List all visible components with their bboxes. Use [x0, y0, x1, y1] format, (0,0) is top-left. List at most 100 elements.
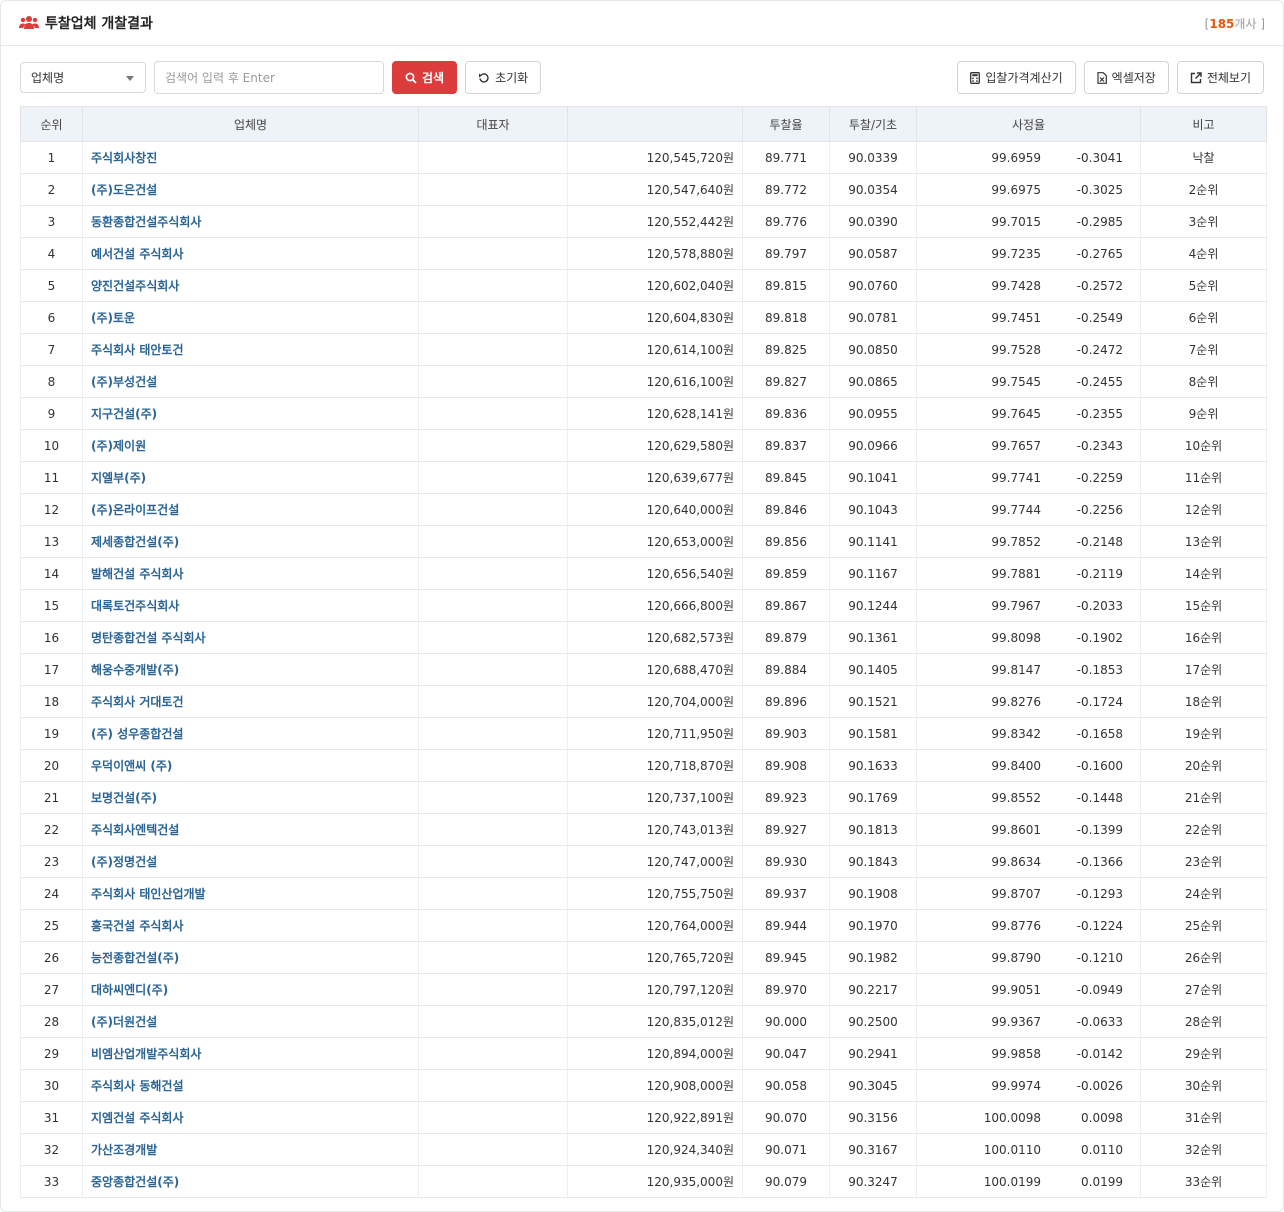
table-row[interactable]: 3 동환종합건설주식회사 120,552,442원 89.776 90.0390 99.7…	[20, 205, 1267, 238]
table-row[interactable]: 22 주식회사엔텍건설 120,743,013원 89.927 90.1813 99.86…	[20, 813, 1267, 846]
search-field-select[interactable]: 업체명	[20, 62, 146, 93]
rank-cell: 25	[20, 909, 83, 942]
bid-price-calculator-button[interactable]: 입찰가격계산기	[957, 61, 1076, 94]
company-name-link[interactable]: 주식회사 태인산업개발	[82, 877, 419, 910]
col-company[interactable]: 업체명	[82, 106, 419, 142]
bid-base-ratio-cell: 90.0865	[829, 365, 917, 398]
company-name-link[interactable]: (주) 성우종합건설	[82, 717, 419, 750]
company-name-link[interactable]: 대록토건주식회사	[82, 589, 419, 622]
company-name-link[interactable]: 지구건설(주)	[82, 397, 419, 430]
company-name-link[interactable]: 예서건설 주식회사	[82, 237, 419, 270]
table-row[interactable]: 4 예서건설 주식회사 120,578,880원 89.797 90.0587 99.72…	[20, 237, 1267, 270]
chevron-down-icon	[126, 76, 134, 81]
table-row[interactable]: 25 흥국건설 주식회사 120,764,000원 89.944 90.1970 99.8…	[20, 909, 1267, 942]
table-row[interactable]: 2 (주)도은건설 120,547,640원 89.772 90.0354 99.6975…	[20, 173, 1267, 206]
col-remark[interactable]: 비고	[1140, 106, 1267, 142]
full-view-button[interactable]: 전체보기	[1176, 61, 1264, 94]
table-row[interactable]: 17 해웅수중개발(주) 120,688,470원 89.884 90.1405 99.8…	[20, 653, 1267, 686]
table-row[interactable]: 18 주식회사 거대토건 120,704,000원 89.896 90.1521 99.8…	[20, 685, 1267, 718]
company-name-link[interactable]: (주)정명건설	[82, 845, 419, 878]
company-name-link[interactable]: 주식회사 거대토건	[82, 685, 419, 718]
representative-cell	[418, 1165, 568, 1198]
company-name-link[interactable]: 주식회사창진	[82, 141, 419, 174]
table-row[interactable]: 10 (주)제이원 120,629,580원 89.837 90.0966 99.7657…	[20, 429, 1267, 462]
col-representative[interactable]: 대표자	[418, 106, 568, 142]
bid-amount-cell: 120,765,720원	[567, 941, 743, 974]
table-row[interactable]: 30 주식회사 동해건설 120,908,000원 90.058 90.3045 99.9…	[20, 1069, 1267, 1102]
company-name-link[interactable]: 명탄종합건설 주식회사	[82, 621, 419, 654]
company-name-link[interactable]: 능전종합건설(주)	[82, 941, 419, 974]
table-row[interactable]: 32 가산조경개발 120,924,340원 90.071 90.3167 100.011…	[20, 1133, 1267, 1166]
table-row[interactable]: 7 주식회사 태안토건 120,614,100원 89.825 90.0850 99.75…	[20, 333, 1267, 366]
company-name-link[interactable]: (주)온라이프건설	[82, 493, 419, 526]
table-row[interactable]: 24 주식회사 태인산업개발 120,755,750원 89.937 90.1908 99…	[20, 877, 1267, 910]
col-rank[interactable]: 순위	[20, 106, 83, 142]
bid-rate-cell: 89.945	[742, 941, 830, 974]
col-bid-rate[interactable]: 투찰율	[742, 106, 830, 142]
company-name-link[interactable]: (주)제이원	[82, 429, 419, 462]
table-row[interactable]: 23 (주)정명건설 120,747,000원 89.930 90.1843 99.863…	[20, 845, 1267, 878]
remark-cell: 2순위	[1140, 173, 1267, 206]
bid-amount-cell: 120,894,000원	[567, 1037, 743, 1070]
company-name-link[interactable]: 제세종합건설(주)	[82, 525, 419, 558]
company-name-link[interactable]: 대하씨엔디(주)	[82, 973, 419, 1006]
table-row[interactable]: 1 주식회사창진 120,545,720원 89.771 90.0339 99.6959 -…	[20, 141, 1267, 174]
representative-cell	[418, 365, 568, 398]
company-name-link[interactable]: 중앙종합건설(주)	[82, 1165, 419, 1198]
company-name-link[interactable]: 해웅수중개발(주)	[82, 653, 419, 686]
company-name-link[interactable]: (주)부성건설	[82, 365, 419, 398]
table-row[interactable]: 19 (주) 성우종합건설 120,711,950원 89.903 90.1581 99.…	[20, 717, 1267, 750]
company-name-link[interactable]: 우덕이앤씨 (주)	[82, 749, 419, 782]
excel-export-button[interactable]: 엑셀저장	[1083, 61, 1169, 94]
company-name-link[interactable]: 동환종합건설주식회사	[82, 205, 419, 238]
table-row[interactable]: 6 (주)토운 120,604,830원 89.818 90.0781 99.7451 -0…	[20, 301, 1267, 334]
assessment-rate-diff: -0.1600	[1076, 758, 1123, 773]
company-name-link[interactable]: (주)더원건설	[82, 1005, 419, 1038]
table-row[interactable]: 12 (주)온라이프건설 120,640,000원 89.846 90.1043 99.7…	[20, 493, 1267, 526]
col-bid-base-ratio[interactable]: 투찰/기초	[829, 106, 917, 142]
company-name-link[interactable]: 비엠산업개발주식회사	[82, 1037, 419, 1070]
table-row[interactable]: 11 지엘부(주) 120,639,677원 89.845 90.1041 99.7741…	[20, 461, 1267, 494]
table-row[interactable]: 9 지구건설(주) 120,628,141원 89.836 90.0955 99.7645…	[20, 397, 1267, 430]
assessment-rate-cell: 99.9051 -0.0949	[916, 973, 1141, 1006]
company-name-link[interactable]: 가산조경개발	[82, 1133, 419, 1166]
assessment-rate-diff: -0.0142	[1076, 1046, 1123, 1061]
search-button[interactable]: 검색	[392, 61, 458, 94]
table-row[interactable]: 26 능전종합건설(주) 120,765,720원 89.945 90.1982 99.8…	[20, 941, 1267, 974]
table-row[interactable]: 5 양진건설주식회사 120,602,040원 89.815 90.0760 99.742…	[20, 269, 1267, 302]
table-row[interactable]: 33 중앙종합건설(주) 120,935,000원 90.079 90.3247 100.…	[20, 1165, 1267, 1198]
company-name-link[interactable]: 흥국건설 주식회사	[82, 909, 419, 942]
representative-cell	[418, 813, 568, 846]
bid-base-ratio-cell: 90.1361	[829, 621, 917, 654]
assessment-rate-cell: 99.7235 -0.2765	[916, 237, 1141, 270]
table-row[interactable]: 20 우덕이앤씨 (주) 120,718,870원 89.908 90.1633 99.8…	[20, 749, 1267, 782]
company-name-link[interactable]: (주)토운	[82, 301, 419, 334]
company-name-link[interactable]: 발해건설 주식회사	[82, 557, 419, 590]
company-name-link[interactable]: 주식회사 동해건설	[82, 1069, 419, 1102]
table-row[interactable]: 14 발해건설 주식회사 120,656,540원 89.859 90.1167 99.7…	[20, 557, 1267, 590]
bid-base-ratio-cell: 90.0955	[829, 397, 917, 430]
table-row[interactable]: 13 제세종합건설(주) 120,653,000원 89.856 90.1141 99.7…	[20, 525, 1267, 558]
company-name-link[interactable]: 주식회사 태안토건	[82, 333, 419, 366]
table-row[interactable]: 28 (주)더원건설 120,835,012원 90.000 90.2500 99.936…	[20, 1005, 1267, 1038]
company-name-link[interactable]: (주)도은건설	[82, 173, 419, 206]
table-row[interactable]: 27 대하씨엔디(주) 120,797,120원 89.970 90.2217 99.90…	[20, 973, 1267, 1006]
company-name-link[interactable]: 지엠건설 주식회사	[82, 1101, 419, 1134]
reset-button[interactable]: 초기화	[465, 61, 542, 94]
table-row[interactable]: 21 보명건설(주) 120,737,100원 89.923 90.1769 99.855…	[20, 781, 1267, 814]
table-row[interactable]: 8 (주)부성건설 120,616,100원 89.827 90.0865 99.7545…	[20, 365, 1267, 398]
assessment-rate-value: 99.8634	[991, 854, 1041, 869]
table-row[interactable]: 29 비엠산업개발주식회사 120,894,000원 90.047 90.2941 99.…	[20, 1037, 1267, 1070]
company-name-link[interactable]: 양진건설주식회사	[82, 269, 419, 302]
table-row[interactable]: 15 대록토건주식회사 120,666,800원 89.867 90.1244 99.79…	[20, 589, 1267, 622]
col-assessment-rate[interactable]: 사정율	[916, 106, 1141, 142]
company-name-link[interactable]: 지엘부(주)	[82, 461, 419, 494]
assessment-rate-values: 99.8147 -0.1853	[918, 663, 1140, 677]
assessment-rate-cell: 99.6975 -0.3025	[916, 173, 1141, 206]
company-name-link[interactable]: 보명건설(주)	[82, 781, 419, 814]
col-bid-amount[interactable]	[567, 106, 743, 142]
search-input[interactable]	[154, 61, 384, 94]
table-row[interactable]: 16 명탄종합건설 주식회사 120,682,573원 89.879 90.1361 99…	[20, 621, 1267, 654]
company-name-link[interactable]: 주식회사엔텍건설	[82, 813, 419, 846]
table-row[interactable]: 31 지엠건설 주식회사 120,922,891원 90.070 90.3156 100.…	[20, 1101, 1267, 1134]
